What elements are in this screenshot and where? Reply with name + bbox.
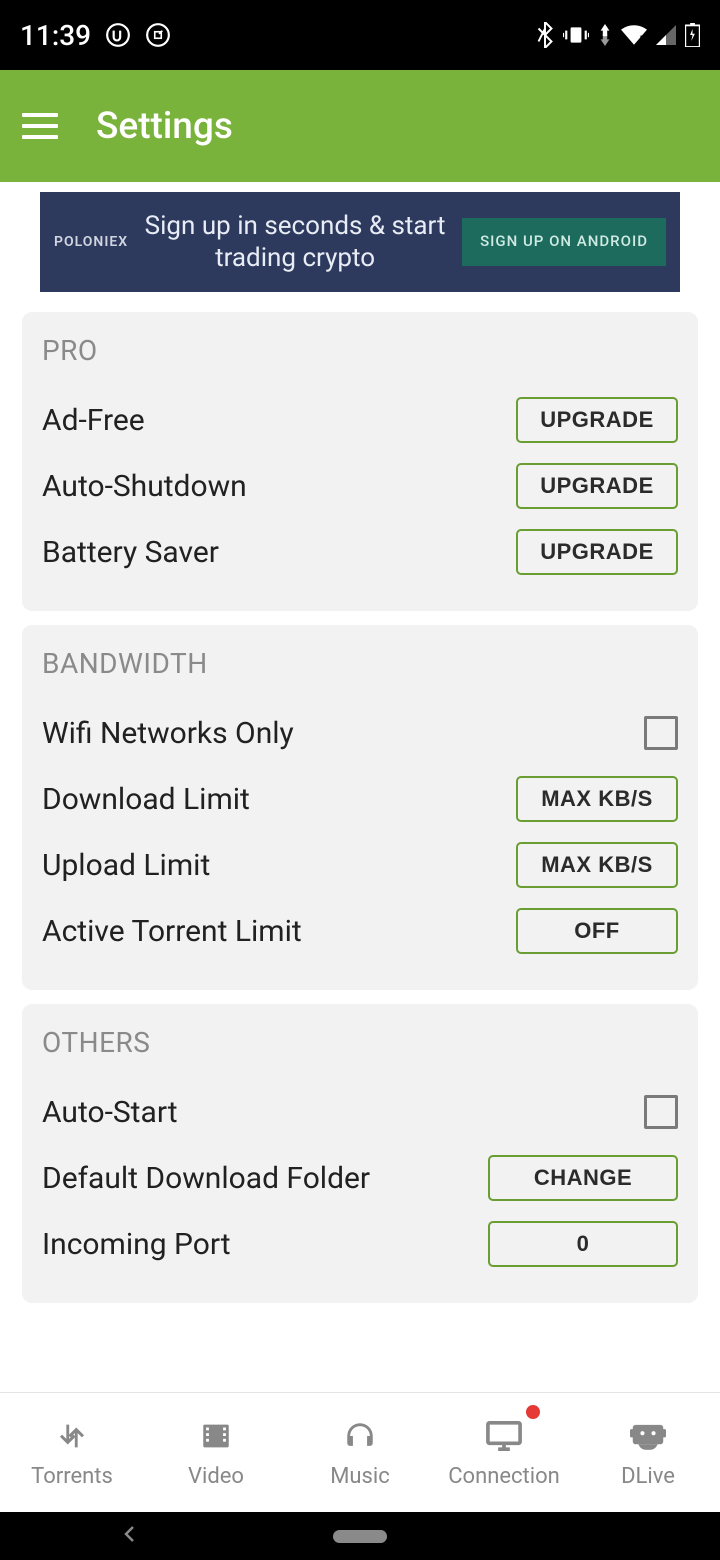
upgrade-ad-free-button[interactable]: UPGRADE (516, 397, 678, 443)
dlive-icon (628, 1416, 668, 1456)
ad-cta-button[interactable]: SIGN UP ON ANDROID (462, 218, 666, 266)
label-auto-shutdown: Auto-Shutdown (42, 469, 247, 504)
label-battery-saver: Battery Saver (42, 535, 219, 570)
label-incoming-port: Incoming Port (42, 1227, 231, 1262)
page-title: Settings (96, 105, 233, 148)
share-app-icon (145, 22, 171, 48)
ad-text: Sign up in seconds & start trading crypt… (142, 210, 448, 275)
status-bar: 11:39 5 (0, 0, 720, 70)
label-auto-start: Auto-Start (42, 1095, 178, 1130)
bluetooth-icon (536, 22, 554, 48)
status-time: 11:39 (20, 19, 91, 52)
checkbox-wifi-only[interactable] (644, 716, 678, 750)
row-auto-start: Auto-Start (42, 1079, 678, 1145)
bottom-nav: Torrents Video Music Connection DLive (0, 1392, 720, 1512)
data-icon (598, 24, 612, 46)
battery-charging-icon (685, 23, 700, 47)
label-upload-limit: Upload Limit (42, 848, 210, 883)
download-limit-button[interactable]: MAX KB/S (516, 776, 678, 822)
section-pro: PRO Ad-Free UPGRADE Auto-Shutdown UPGRAD… (22, 312, 698, 611)
row-incoming-port: Incoming Port 0 (42, 1211, 678, 1277)
nav-dlive[interactable]: DLive (576, 1393, 720, 1512)
nav-label-torrents: Torrents (31, 1464, 113, 1489)
upload-limit-button[interactable]: MAX KB/S (516, 842, 678, 888)
row-active-torrent-limit: Active Torrent Limit OFF (42, 898, 678, 964)
checkbox-auto-start[interactable] (644, 1095, 678, 1129)
utorrent-icon (105, 22, 131, 48)
nav-torrents[interactable]: Torrents (0, 1393, 144, 1512)
nav-label-video: Video (188, 1464, 244, 1489)
music-icon (340, 1416, 380, 1456)
vibrate-icon (563, 23, 589, 47)
ad-brand: POLONIEX (54, 234, 128, 250)
app-bar: Settings (0, 70, 720, 182)
nav-video[interactable]: Video (144, 1393, 288, 1512)
connection-icon (484, 1416, 524, 1456)
menu-icon[interactable] (22, 113, 58, 139)
label-download-limit: Download Limit (42, 782, 250, 817)
signal-icon (656, 25, 676, 45)
upgrade-battery-saver-button[interactable]: UPGRADE (516, 529, 678, 575)
status-right: 5 (536, 22, 700, 48)
notification-badge (526, 1405, 540, 1419)
label-wifi-only: Wifi Networks Only (42, 716, 294, 751)
row-download-folder: Default Download Folder CHANGE (42, 1145, 678, 1211)
section-header-pro: PRO (42, 334, 678, 367)
nav-label-music: Music (330, 1464, 390, 1489)
nav-label-connection: Connection (448, 1464, 560, 1489)
ad-banner[interactable]: POLONIEX Sign up in seconds & start trad… (40, 192, 680, 292)
video-icon (196, 1416, 236, 1456)
label-active-torrent-limit: Active Torrent Limit (42, 914, 302, 949)
home-pill[interactable] (333, 1530, 387, 1543)
torrents-icon (52, 1416, 92, 1456)
row-auto-shutdown: Auto-Shutdown UPGRADE (42, 453, 678, 519)
incoming-port-button[interactable]: 0 (488, 1221, 678, 1267)
upgrade-auto-shutdown-button[interactable]: UPGRADE (516, 463, 678, 509)
nav-connection[interactable]: Connection (432, 1393, 576, 1512)
section-others: OTHERS Auto-Start Default Download Folde… (22, 1004, 698, 1303)
change-folder-button[interactable]: CHANGE (488, 1155, 678, 1201)
active-torrent-limit-button[interactable]: OFF (516, 908, 678, 954)
back-icon[interactable] (120, 1525, 138, 1547)
row-download-limit: Download Limit MAX KB/S (42, 766, 678, 832)
section-bandwidth: BANDWIDTH Wifi Networks Only Download Li… (22, 625, 698, 990)
row-battery-saver: Battery Saver UPGRADE (42, 519, 678, 585)
wifi-icon: 5 (621, 25, 647, 45)
section-header-others: OTHERS (42, 1026, 678, 1059)
nav-music[interactable]: Music (288, 1393, 432, 1512)
android-nav-bar (0, 1512, 720, 1560)
row-upload-limit: Upload Limit MAX KB/S (42, 832, 678, 898)
svg-text:5: 5 (639, 35, 644, 45)
content: POLONIEX Sign up in seconds & start trad… (0, 182, 720, 1442)
section-header-bandwidth: BANDWIDTH (42, 647, 678, 680)
nav-label-dlive: DLive (621, 1464, 675, 1489)
label-ad-free: Ad-Free (42, 403, 145, 438)
row-ad-free: Ad-Free UPGRADE (42, 387, 678, 453)
label-download-folder: Default Download Folder (42, 1161, 370, 1196)
row-wifi-only: Wifi Networks Only (42, 700, 678, 766)
status-left: 11:39 (20, 19, 171, 52)
